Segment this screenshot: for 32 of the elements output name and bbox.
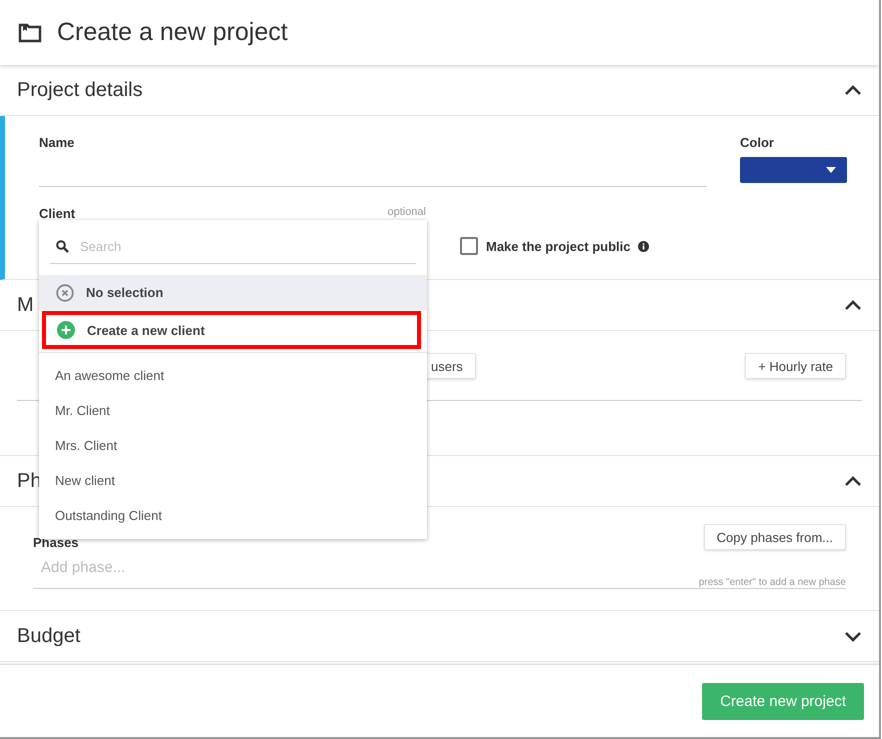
optional-hint: optional xyxy=(387,206,426,220)
chevron-up-icon[interactable] xyxy=(844,476,862,486)
checkbox[interactable] xyxy=(460,237,478,255)
input-hint: press "enter" to add a new phase xyxy=(698,577,846,588)
caret-icon xyxy=(826,167,836,173)
copy-phases-button[interactable]: Copy phases from... xyxy=(704,524,846,550)
checkbox-label: Make the project public xyxy=(486,238,630,254)
section-title: Budget xyxy=(17,624,80,648)
placeholder: Add phase... xyxy=(41,559,126,576)
menu-item[interactable]: Create a new client xyxy=(42,311,421,349)
chevron-up-icon[interactable] xyxy=(844,84,862,96)
info-icon[interactable] xyxy=(638,240,650,252)
clear-icon xyxy=(56,284,74,302)
hourly-rate-button[interactable]: + Hourly rate xyxy=(745,353,846,379)
menu-item[interactable]: New client xyxy=(39,463,427,498)
section-title: M xyxy=(17,294,34,316)
field-label: Phases xyxy=(33,535,79,550)
section-header[interactable]: Budget xyxy=(0,611,879,662)
plus-icon xyxy=(57,321,75,339)
color-dropdown[interactable] xyxy=(740,157,847,183)
folder-icon xyxy=(18,22,42,42)
menu-item[interactable]: No selection xyxy=(39,275,427,310)
field-label: Color xyxy=(740,135,775,150)
window-title: Create a new project xyxy=(57,18,288,47)
search-icon xyxy=(56,240,69,253)
field-label: Name xyxy=(39,135,76,150)
menu-item[interactable]: Mr. Client xyxy=(39,393,427,428)
section-header[interactable]: Project details xyxy=(0,65,879,116)
section-title: Project details xyxy=(17,78,143,102)
chevron-down-icon[interactable] xyxy=(844,630,862,642)
chevron-up-icon[interactable] xyxy=(844,300,862,310)
field-label: Client xyxy=(39,206,76,221)
